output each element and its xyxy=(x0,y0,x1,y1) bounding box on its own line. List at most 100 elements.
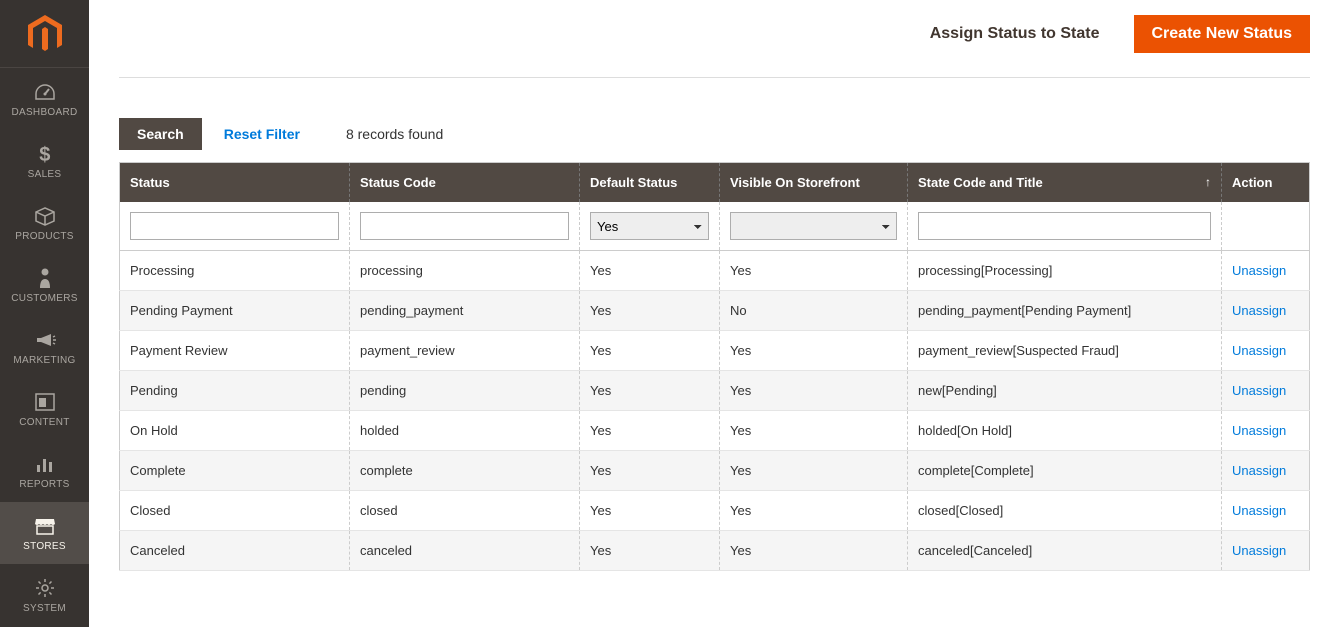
cell-state: processing[Processing] xyxy=(908,251,1222,291)
person-icon xyxy=(38,267,52,289)
box-icon xyxy=(34,205,56,227)
nav-label: DASHBOARD xyxy=(11,107,77,118)
cell-visible: Yes xyxy=(720,491,908,531)
cell-code: payment_review xyxy=(350,331,580,371)
cell-status: Payment Review xyxy=(120,331,350,371)
unassign-link[interactable]: Unassign xyxy=(1232,263,1286,278)
filter-state-input[interactable] xyxy=(918,212,1211,240)
cell-status: Complete xyxy=(120,451,350,491)
cell-default: Yes xyxy=(580,291,720,331)
filter-default-select[interactable]: Yes xyxy=(590,212,709,240)
cell-code: pending_payment xyxy=(350,291,580,331)
cell-default: Yes xyxy=(580,251,720,291)
dashboard-icon xyxy=(34,81,56,103)
cell-code: pending xyxy=(350,371,580,411)
cell-code: holded xyxy=(350,411,580,451)
cell-visible: Yes xyxy=(720,251,908,291)
header-state-code-title[interactable]: State Code and Title ↑ xyxy=(908,163,1222,203)
magento-logo-icon xyxy=(28,15,62,53)
nav-item-reports[interactable]: REPORTS xyxy=(0,440,89,502)
grid-toolbar: Search Reset Filter 8 records found xyxy=(119,118,1310,150)
nav-item-customers[interactable]: CUSTOMERS xyxy=(0,254,89,316)
cell-status: On Hold xyxy=(120,411,350,451)
filter-status-input[interactable] xyxy=(130,212,339,240)
megaphone-icon xyxy=(34,329,56,351)
admin-sidebar: DASHBOARD $ SALES PRODUCTS CUSTOMERS MARKETIN… xyxy=(0,0,89,627)
reset-filter-link[interactable]: Reset Filter xyxy=(224,126,300,142)
nav-label: STORES xyxy=(23,541,66,552)
sort-arrow-icon: ↑ xyxy=(1205,175,1211,189)
cell-visible: Yes xyxy=(720,371,908,411)
nav-label: REPORTS xyxy=(19,479,69,490)
unassign-link[interactable]: Unassign xyxy=(1232,503,1286,518)
create-status-button[interactable]: Create New Status xyxy=(1134,15,1311,53)
table-row[interactable]: Payment Reviewpayment_reviewYesYespaymen… xyxy=(120,331,1310,371)
unassign-link[interactable]: Unassign xyxy=(1232,343,1286,358)
status-grid: Status Status Code Default Status Visibl… xyxy=(119,162,1310,571)
cell-status: Pending xyxy=(120,371,350,411)
cell-visible: Yes xyxy=(720,331,908,371)
table-row[interactable]: CanceledcanceledYesYescanceled[Canceled]… xyxy=(120,531,1310,571)
table-row[interactable]: On HoldholdedYesYesholded[On Hold]Unassi… xyxy=(120,411,1310,451)
cell-state: canceled[Canceled] xyxy=(908,531,1222,571)
cell-visible: Yes xyxy=(720,531,908,571)
table-row[interactable]: CompletecompleteYesYescomplete[Complete]… xyxy=(120,451,1310,491)
bars-icon xyxy=(35,453,55,475)
filter-code-input[interactable] xyxy=(360,212,569,240)
cell-visible: Yes xyxy=(720,411,908,451)
cell-state: new[Pending] xyxy=(908,371,1222,411)
nav-item-marketing[interactable]: MARKETING xyxy=(0,316,89,378)
nav-label: SYSTEM xyxy=(23,603,66,614)
nav-label: MARKETING xyxy=(13,355,75,366)
cell-visible: No xyxy=(720,291,908,331)
cell-state: closed[Closed] xyxy=(908,491,1222,531)
content-icon xyxy=(35,391,55,413)
cell-status: Pending Payment xyxy=(120,291,350,331)
stores-icon xyxy=(34,515,56,537)
cell-default: Yes xyxy=(580,411,720,451)
unassign-link[interactable]: Unassign xyxy=(1232,423,1286,438)
nav-item-content[interactable]: CONTENT xyxy=(0,378,89,440)
nav-item-sales[interactable]: $ SALES xyxy=(0,130,89,192)
table-row[interactable]: ClosedclosedYesYesclosed[Closed]Unassign xyxy=(120,491,1310,531)
nav-item-system[interactable]: SYSTEM xyxy=(0,564,89,626)
header-status[interactable]: Status xyxy=(120,163,350,203)
cell-default: Yes xyxy=(580,331,720,371)
cell-status: Canceled xyxy=(120,531,350,571)
header-status-code[interactable]: Status Code xyxy=(350,163,580,203)
unassign-link[interactable]: Unassign xyxy=(1232,303,1286,318)
cell-visible: Yes xyxy=(720,451,908,491)
gear-icon xyxy=(35,577,55,599)
header-default-status[interactable]: Default Status xyxy=(580,163,720,203)
unassign-link[interactable]: Unassign xyxy=(1232,463,1286,478)
nav-label: PRODUCTS xyxy=(15,231,74,242)
filter-visible-select[interactable] xyxy=(730,212,897,240)
cell-code: closed xyxy=(350,491,580,531)
magento-logo[interactable] xyxy=(0,0,89,68)
nav-label: SALES xyxy=(28,169,62,180)
header-visible-storefront[interactable]: Visible On Storefront xyxy=(720,163,908,203)
cell-default: Yes xyxy=(580,371,720,411)
cell-state: payment_review[Suspected Fraud] xyxy=(908,331,1222,371)
nav-item-dashboard[interactable]: DASHBOARD xyxy=(0,68,89,130)
cell-default: Yes xyxy=(580,531,720,571)
cell-default: Yes xyxy=(580,491,720,531)
nav-label: CONTENT xyxy=(19,417,69,428)
header-action: Action xyxy=(1222,163,1310,203)
nav-item-products[interactable]: PRODUCTS xyxy=(0,192,89,254)
table-row[interactable]: PendingpendingYesYesnew[Pending]Unassign xyxy=(120,371,1310,411)
unassign-link[interactable]: Unassign xyxy=(1232,543,1286,558)
cell-state: holded[On Hold] xyxy=(908,411,1222,451)
table-row[interactable]: Pending Paymentpending_paymentYesNopendi… xyxy=(120,291,1310,331)
assign-status-button[interactable]: Assign Status to State xyxy=(912,15,1118,53)
cell-state: complete[Complete] xyxy=(908,451,1222,491)
search-button[interactable]: Search xyxy=(119,118,202,150)
cell-default: Yes xyxy=(580,451,720,491)
table-row[interactable]: ProcessingprocessingYesYesprocessing[Pro… xyxy=(120,251,1310,291)
svg-text:$: $ xyxy=(39,144,50,165)
nav-label: CUSTOMERS xyxy=(11,293,77,304)
cell-code: complete xyxy=(350,451,580,491)
cell-status: Closed xyxy=(120,491,350,531)
nav-item-stores[interactable]: STORES xyxy=(0,502,89,564)
unassign-link[interactable]: Unassign xyxy=(1232,383,1286,398)
